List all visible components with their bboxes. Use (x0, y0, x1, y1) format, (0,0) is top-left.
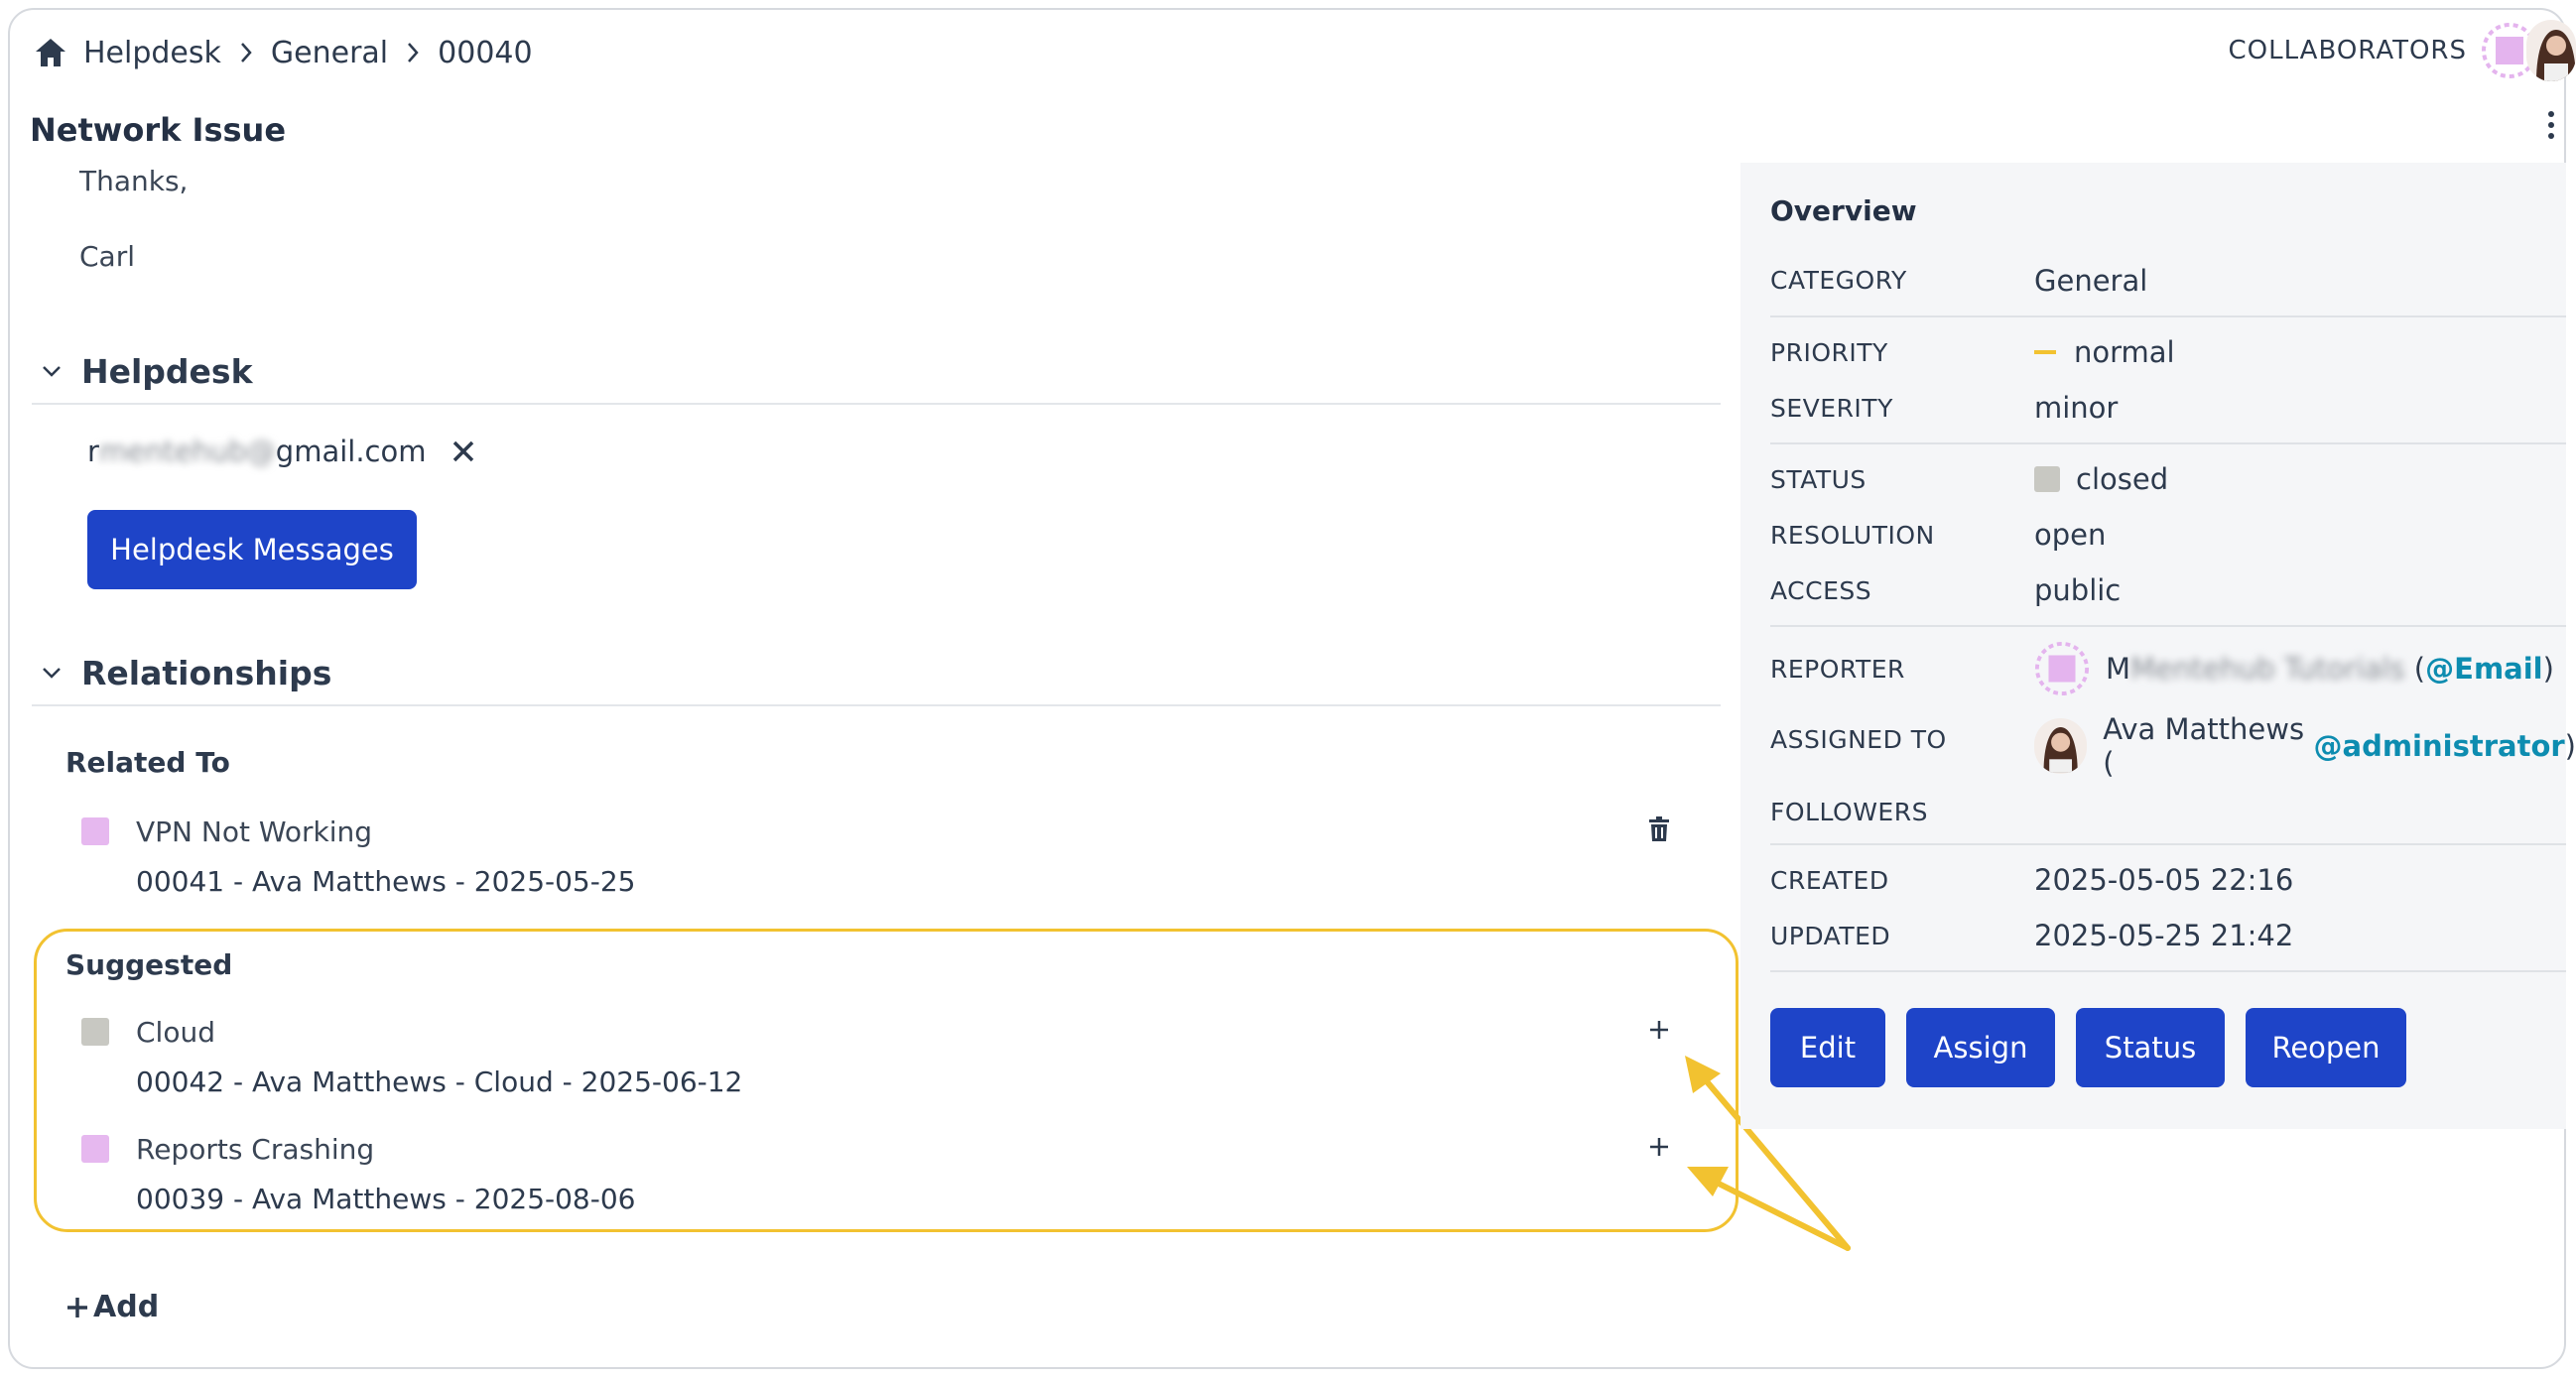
created-label: CREATED (1770, 866, 1889, 895)
helpdesk-section-header[interactable]: Helpdesk (32, 351, 253, 391)
trash-icon[interactable] (1645, 815, 1673, 843)
created-value: 2025-05-05 22:16 (2034, 863, 2294, 897)
reporter-close-paren: ) (2542, 652, 2554, 686)
resolution-value: open (2034, 518, 2107, 552)
collaborators-label: COLLABORATORS (2228, 36, 2467, 65)
resolution-label: RESOLUTION (1770, 521, 1935, 550)
breadcrumb-helpdesk[interactable]: Helpdesk (83, 36, 221, 70)
suggested-heading: Suggested (65, 948, 233, 981)
divider (1770, 843, 2566, 845)
assignee-close-paren: ) (2564, 729, 2576, 763)
divider (32, 704, 1721, 706)
email-redacted: mentehub@ (98, 435, 276, 468)
suggested-issue-meta: 00039 - Ava Matthews - 2025-08-06 (136, 1183, 636, 1215)
followers-label: FOLLOWERS (1770, 798, 1928, 826)
status-label: STATUS (1770, 465, 1867, 494)
divider (32, 403, 1721, 405)
reporter-value: M Mentehub Tutorials ( @Email ) (2034, 641, 2554, 696)
reopen-button[interactable]: Reopen (2246, 1008, 2406, 1087)
priority-label: PRIORITY (1770, 338, 1888, 367)
status-value: closed (2034, 462, 2168, 496)
helpdesk-messages-button[interactable]: Helpdesk Messages (87, 510, 417, 589)
reporter-label: REPORTER (1770, 655, 1905, 684)
divider (1770, 970, 2566, 972)
status-color-square (2034, 466, 2060, 492)
priority-value: normal (2034, 335, 2175, 369)
more-options-icon[interactable] (2548, 111, 2556, 141)
related-to-heading: Related To (65, 746, 230, 779)
suggested-issue-link[interactable]: Cloud (136, 1016, 215, 1049)
category-label: CATEGORY (1770, 266, 1907, 295)
severity-label: SEVERITY (1770, 394, 1893, 423)
related-issue-meta: 00041 - Ava Matthews - 2025-05-25 (136, 865, 636, 898)
body-text-line: Carl (79, 240, 135, 273)
page-title: Network Issue (30, 111, 287, 149)
plus-icon (65, 1296, 89, 1319)
add-relationship-button[interactable]: Add (65, 1290, 159, 1324)
assign-button[interactable]: Assign (1906, 1008, 2055, 1087)
email-domain: gmail.com (275, 435, 427, 468)
breadcrumb-general[interactable]: General (271, 36, 388, 70)
reporter-open-paren: ( (2404, 652, 2426, 686)
add-relationship-plus-icon[interactable] (1645, 1133, 1673, 1161)
category-value: General (2034, 264, 2148, 298)
helpdesk-section-title: Helpdesk (81, 351, 253, 391)
suggested-issue-meta: 00042 - Ava Matthews - Cloud - 2025-06-1… (136, 1066, 743, 1098)
collaborator-avatar-photo[interactable] (2526, 20, 2576, 81)
access-label: ACCESS (1770, 576, 1872, 605)
chevron-right-icon (239, 41, 253, 64)
chevron-right-icon (406, 41, 420, 64)
issue-color-square (81, 1018, 109, 1046)
add-relationship-plus-icon[interactable] (1645, 1016, 1673, 1044)
reporter-name-redacted: Mentehub Tutorials (2130, 652, 2405, 686)
updated-value: 2025-05-25 21:42 (2034, 919, 2294, 952)
priority-text: normal (2074, 335, 2175, 369)
reporter-mention-link[interactable]: @Email (2425, 652, 2542, 686)
assigned-to-value: Ava Matthews ( @administrator ) (2034, 712, 2576, 780)
access-value: public (2034, 573, 2122, 607)
breadcrumb-issue-id: 00040 (438, 35, 533, 70)
priority-normal-icon (2034, 350, 2056, 354)
reporter-name-initial: M (2106, 652, 2131, 686)
relationships-section-title: Relationships (81, 653, 332, 692)
divider (1770, 315, 2566, 317)
home-icon[interactable] (34, 37, 67, 68)
breadcrumb: Helpdesk General 00040 (34, 30, 533, 75)
severity-value: minor (2034, 391, 2119, 425)
reporter-avatar (2034, 641, 2090, 696)
helpdesk-email: r mentehub@ gmail.com (87, 435, 478, 468)
add-label: Add (93, 1290, 160, 1324)
related-issue-link[interactable]: VPN Not Working (136, 815, 372, 848)
edit-button[interactable]: Edit (1770, 1008, 1885, 1087)
chevron-down-icon[interactable] (32, 653, 71, 692)
divider (1770, 442, 2566, 444)
assigned-to-label: ASSIGNED TO (1770, 725, 1947, 754)
status-button[interactable]: Status (2076, 1008, 2225, 1087)
suggested-issue-link[interactable]: Reports Crashing (136, 1133, 374, 1166)
assignee-avatar (2034, 718, 2088, 774)
body-text-line: Thanks, (79, 165, 189, 197)
issue-color-square (81, 817, 109, 845)
assignee-name: Ava Matthews ( (2103, 712, 2305, 780)
updated-label: UPDATED (1770, 922, 1891, 950)
divider (1770, 625, 2566, 627)
assignee-mention-link[interactable]: @administrator (2314, 729, 2565, 763)
issue-color-square (81, 1135, 109, 1163)
close-icon[interactable] (449, 437, 478, 466)
email-prefix: r (87, 435, 99, 468)
overview-title: Overview (1770, 194, 1917, 227)
relationships-section-header[interactable]: Relationships (32, 653, 331, 692)
chevron-down-icon[interactable] (32, 351, 71, 391)
status-text: closed (2076, 462, 2169, 496)
